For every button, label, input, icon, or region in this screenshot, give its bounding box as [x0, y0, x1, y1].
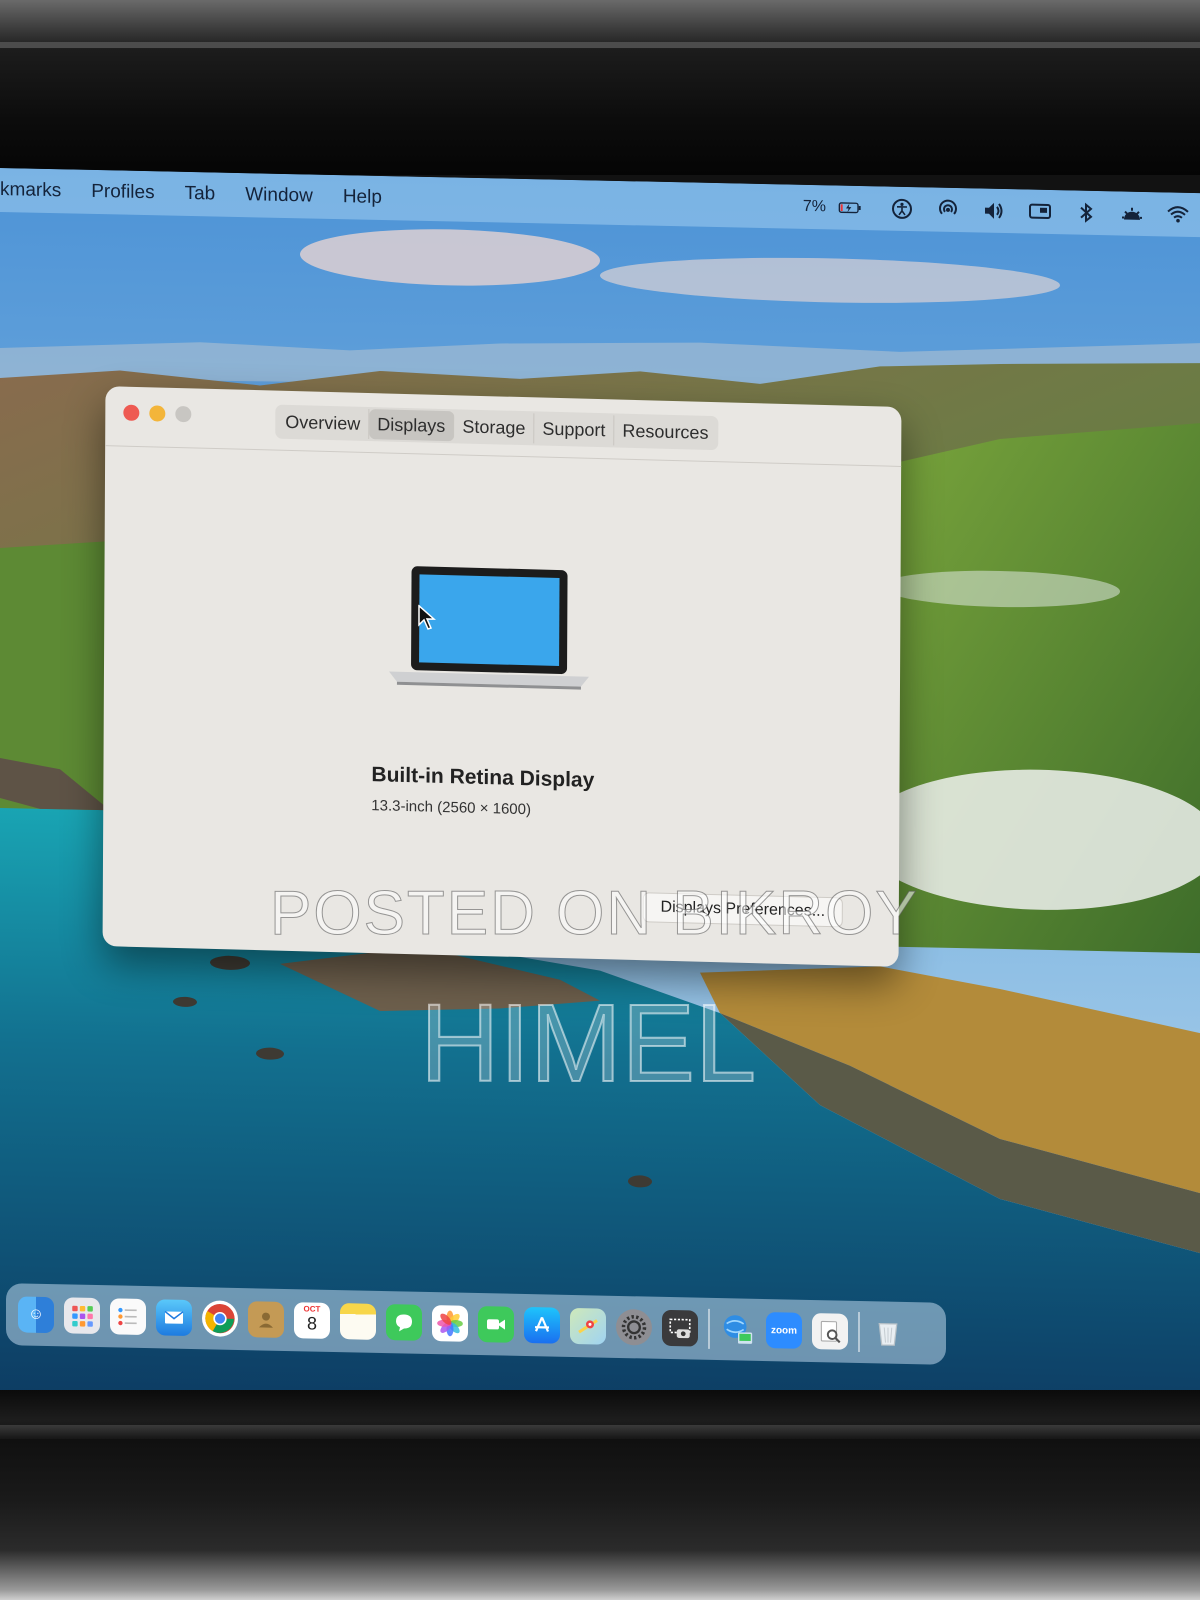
dock-separator — [858, 1311, 860, 1353]
zoom-label: zoom — [770, 1324, 798, 1337]
battery-percent: 7% — [802, 197, 826, 216]
maximize-button[interactable] — [175, 405, 192, 423]
laptop-top-bezel — [0, 0, 1200, 175]
menu-tab[interactable]: Tab — [185, 183, 216, 206]
menu-profiles[interactable]: Profiles — [91, 181, 154, 204]
tab-storage[interactable]: Storage — [454, 411, 535, 444]
status-area: 7% — [803, 185, 1190, 237]
accessibility-icon[interactable] — [890, 197, 914, 222]
trash-icon[interactable] — [870, 1314, 906, 1351]
tab-overview[interactable]: Overview — [277, 406, 370, 440]
airdrop-icon[interactable] — [936, 198, 960, 223]
volume-icon[interactable] — [982, 199, 1006, 224]
brightness-icon[interactable] — [1120, 201, 1144, 226]
finder-icon[interactable]: ☺ — [18, 1296, 54, 1334]
bezel-edge — [0, 42, 1200, 48]
watermark-posted: POSTED ON BIKROY — [270, 879, 919, 949]
watermark-name: HIMEL — [419, 981, 757, 1106]
contacts-icon[interactable] — [248, 1301, 284, 1338]
zoom-icon[interactable]: zoom — [766, 1312, 802, 1349]
launchpad-icon[interactable] — [64, 1297, 100, 1335]
app-store-icon[interactable] — [524, 1306, 560, 1344]
facetime-icon[interactable] — [478, 1306, 514, 1343]
mouse-cursor-icon — [418, 604, 436, 630]
tab-support[interactable]: Support — [534, 413, 615, 446]
tab-resources[interactable]: Resources — [614, 415, 716, 448]
menu-window[interactable]: Window — [245, 184, 313, 207]
display-spec: 13.3-inch (2560 × 1600) — [371, 797, 532, 819]
system-preferences-icon[interactable] — [616, 1308, 652, 1346]
menu-help[interactable]: Help — [343, 186, 382, 209]
preview-icon[interactable] — [812, 1313, 848, 1350]
calendar-icon[interactable]: OCT 8 — [294, 1302, 330, 1339]
photos-icon[interactable] — [432, 1305, 468, 1342]
battery-charging-icon[interactable] — [832, 195, 868, 220]
mail-icon[interactable] — [156, 1299, 192, 1337]
photo: kmarks Profiles Tab Window Help 7% Overv… — [0, 0, 1200, 1600]
reminders-icon[interactable] — [110, 1298, 146, 1336]
messages-icon[interactable] — [386, 1304, 422, 1341]
dock-separator — [708, 1308, 710, 1349]
menu-bookmarks[interactable]: kmarks — [0, 179, 61, 202]
display-name: Built-in Retina Display — [371, 763, 595, 792]
menu-left: kmarks Profiles Tab Window Help — [0, 179, 412, 210]
notes-icon[interactable] — [340, 1303, 376, 1340]
screenshot-icon[interactable] — [662, 1309, 698, 1347]
network-app-icon[interactable] — [720, 1311, 756, 1348]
minimize-button[interactable] — [149, 405, 166, 422]
bluetooth-icon[interactable] — [1074, 200, 1098, 225]
chrome-icon[interactable] — [202, 1300, 238, 1337]
tab-displays[interactable]: Displays — [369, 409, 455, 442]
laptop-hinge — [0, 1425, 1200, 1439]
wifi-icon[interactable] — [1166, 202, 1190, 227]
tab-bar: Overview Displays Storage Support Resour… — [275, 404, 719, 451]
display-icon[interactable] — [1028, 200, 1052, 225]
maps-icon[interactable] — [570, 1307, 606, 1345]
screen: kmarks Profiles Tab Window Help 7% Overv… — [0, 168, 1200, 1424]
laptop-bottom-bezel — [0, 1390, 1200, 1600]
calendar-day: 8 — [306, 1313, 317, 1334]
close-button[interactable] — [123, 404, 140, 422]
